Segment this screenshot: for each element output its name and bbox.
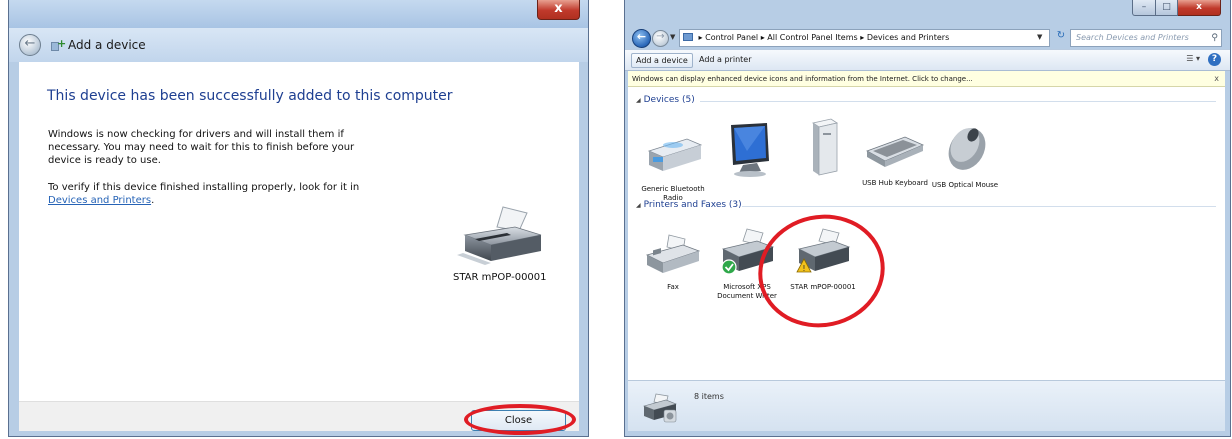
recent-pages-chevron-icon[interactable]: ▼ [670, 33, 675, 41]
verify-text: To verify if this device finished instal… [48, 181, 388, 207]
device-item[interactable]: USB Hub Keyboard [860, 129, 930, 188]
devices-group-header[interactable]: ◢ Devices (5) [636, 95, 695, 105]
device-label: USB Optical Mouse [931, 181, 999, 189]
add-device-window: x ← + Add a device This device has been … [8, 0, 589, 437]
view-options-icon[interactable]: ☰ ▾ [1186, 54, 1200, 63]
add-printer-button[interactable]: Add a printer [695, 53, 755, 68]
printers-group-label: Printers and Faxes (3) [643, 200, 742, 210]
window-close-button[interactable]: x [537, 0, 580, 20]
breadcrumb-all-items[interactable]: All Control Panel Items [767, 33, 857, 42]
screenshot-root: x ← + Add a device This device has been … [0, 0, 1232, 439]
printer-icon [457, 206, 542, 265]
device-item[interactable]: Generic Bluetooth Radio [638, 127, 708, 203]
device-item[interactable] [788, 117, 858, 185]
add-device-button[interactable]: Add a device [631, 53, 693, 68]
printer-item[interactable]: Fax [638, 233, 708, 292]
back-button-icon[interactable]: ← [632, 29, 651, 48]
command-bar: Add a device Add a printer ☰ ▾ ? [625, 49, 1230, 71]
title-bar: x [9, 0, 588, 28]
printer-label: Fax [667, 283, 679, 291]
highlight-circle-close [464, 404, 576, 435]
devices-list-pane: ◢ Devices (5) Generic Bluetooth Radio US… [628, 87, 1225, 380]
wizard-title: Add a device [68, 38, 146, 52]
success-heading: This device has been successfully added … [47, 88, 453, 104]
control-panel-icon [683, 33, 693, 41]
item-count: 8 items [694, 392, 724, 401]
address-dropdown-icon[interactable]: ▼ [1037, 33, 1042, 41]
minimize-button[interactable]: – [1132, 0, 1156, 16]
info-bar[interactable]: Windows can display enhanced device icon… [628, 71, 1225, 87]
group-divider [700, 101, 1216, 102]
devices-and-printers-link[interactable]: Devices and Printers [48, 195, 151, 206]
forward-button-icon[interactable]: → [652, 30, 669, 47]
wizard-nav-bar: ← + Add a device [9, 28, 588, 62]
device-item[interactable]: USB Optical Mouse [930, 123, 1000, 190]
device-item[interactable] [712, 121, 782, 185]
group-divider [742, 206, 1216, 207]
pc-tower-icon [811, 118, 839, 176]
refresh-icon[interactable]: ↻ [1053, 30, 1069, 46]
info-bar-close-icon[interactable]: x [1214, 71, 1219, 86]
device-name-label: STAR mPOP-00001 [453, 272, 547, 283]
breadcrumb-control-panel[interactable]: Control Panel [705, 33, 758, 42]
breadcrumb-sep: ▸ [860, 33, 865, 42]
info-bar-text: Windows can display enhanced device icon… [632, 75, 973, 83]
device-label: USB Hub Keyboard [862, 179, 928, 187]
verify-text-end: . [151, 195, 155, 206]
maximize-button[interactable]: □ [1156, 0, 1178, 16]
bluetooth-radio-icon [647, 138, 703, 171]
close-window-button[interactable]: x [1178, 0, 1221, 16]
add-device-icon: + [51, 37, 66, 51]
address-row: ← → ▼ ▸ Control Panel ▸ All Control Pane… [625, 28, 1230, 48]
breadcrumb-sep: ▸ [760, 33, 765, 42]
help-icon[interactable]: ? [1208, 53, 1221, 66]
devices-icon [643, 393, 677, 423]
verify-text-body: To verify if this device finished instal… [48, 182, 360, 193]
devices-and-printers-window: – □ x ← → ▼ ▸ Control Panel ▸ All Contro… [624, 0, 1231, 437]
printers-group-header[interactable]: ◢ Printers and Faxes (3) [636, 200, 742, 210]
back-arrow-icon[interactable]: ← [19, 34, 41, 56]
search-input[interactable]: Search Devices and Printers ⚲ [1070, 29, 1222, 47]
mouse-icon [948, 128, 986, 170]
keyboard-icon [866, 136, 925, 167]
fax-icon [645, 234, 701, 273]
devices-group-label: Devices (5) [643, 95, 695, 105]
breadcrumb-sep: ▸ [698, 33, 703, 42]
breadcrumb-devices-printers[interactable]: Devices and Printers [867, 33, 949, 42]
wizard-content: This device has been successfully added … [19, 62, 579, 401]
driver-install-text: Windows is now checking for drivers and … [48, 129, 355, 166]
address-bar[interactable]: ▸ Control Panel ▸ All Control Panel Item… [679, 29, 1050, 47]
search-placeholder: Search Devices and Printers [1076, 33, 1189, 42]
search-icon[interactable]: ⚲ [1211, 30, 1218, 46]
details-pane: 8 items [628, 380, 1225, 431]
caption-buttons: – □ x [1132, 0, 1221, 16]
close-glyph: x [554, 1, 563, 16]
monitor-icon [731, 123, 769, 177]
